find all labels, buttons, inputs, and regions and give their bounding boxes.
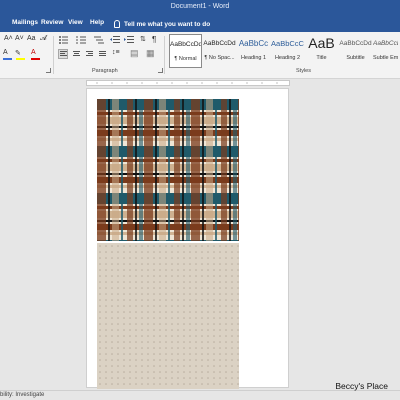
style-name: Title: [316, 55, 327, 61]
decrease-indent-icon[interactable]: [110, 36, 120, 43]
style-heading-1[interactable]: AaBbCc Heading 1: [237, 34, 270, 68]
paragraph-dialog-launcher-icon[interactable]: [158, 68, 163, 73]
borders-icon[interactable]: ▦: [146, 48, 155, 59]
style-sample: AaBbCcC: [271, 39, 304, 48]
style-name: Heading 1: [240, 55, 267, 61]
change-case-icon[interactable]: Aa: [27, 35, 36, 42]
style-title[interactable]: AaB Title: [305, 34, 338, 68]
align-right-button[interactable]: [84, 49, 94, 59]
style-name: Subtle Em...: [373, 55, 398, 61]
paragraph-top-row: [59, 36, 134, 44]
shading-icon[interactable]: ▤: [130, 48, 139, 59]
style-no-spacing[interactable]: AaBbCcDd ¶ No Spac...: [203, 34, 236, 68]
increase-indent-icon[interactable]: [124, 36, 134, 43]
style-name: Heading 2: [274, 55, 301, 61]
styles-group-label: Styles: [296, 68, 311, 74]
style-sample: AaBbCcDd: [339, 40, 372, 47]
text-effects-icon[interactable]: A: [3, 49, 8, 56]
line-spacing-icon[interactable]: ↕≡: [112, 49, 120, 56]
accessibility-status[interactable]: bility: Investigate: [0, 392, 44, 398]
style-normal[interactable]: AaBbCcDd ¶ Normal: [169, 34, 202, 68]
paragraph-group-label: Paragraph: [92, 68, 118, 74]
color-strips: [3, 58, 40, 60]
tell-me-box[interactable]: Tell me what you want to do: [114, 18, 210, 30]
style-sample: AaBbCcDd: [373, 40, 398, 47]
styles-gallery: AaBbCcDd ¶ Normal AaBbCcDd ¶ No Spac... …: [166, 34, 398, 68]
font-size-icon[interactable]: A˄: [4, 35, 13, 42]
justify-button[interactable]: [97, 49, 107, 59]
sort-icon[interactable]: ⇅: [140, 35, 146, 43]
ribbon: A˄ A˅ Aa 𝓐 A ✎ A ⇅ ¶ ↕≡ ▤ ▦ Paragraph Aa…: [0, 32, 400, 79]
plaid-pattern-image[interactable]: [97, 99, 239, 241]
watermark-text: Beccy's Place: [335, 381, 388, 391]
align-left-button[interactable]: [58, 49, 68, 59]
style-heading-2[interactable]: AaBbCcC Heading 2: [271, 34, 304, 68]
style-name: ¶ No Spac...: [204, 55, 235, 61]
tab-help[interactable]: Help: [90, 19, 104, 26]
tab-mailings[interactable]: Mailings: [12, 19, 38, 26]
word-window: Document1 - Word Mailings Review View He…: [0, 0, 400, 400]
tell-me-label: Tell me what you want to do: [124, 20, 211, 28]
document-page[interactable]: [86, 88, 289, 389]
ruler-ticks: [96, 82, 278, 84]
style-subtitle[interactable]: AaBbCcDd Subtitle: [339, 34, 372, 68]
style-sample: AaBbCc: [238, 39, 269, 48]
style-sample: AaB: [308, 35, 335, 51]
window-title: Document1 - Word: [170, 3, 230, 10]
font-color-icon[interactable]: A: [31, 49, 36, 56]
multilevel-list-icon[interactable]: [94, 36, 104, 44]
style-sample: AaBbCcDd: [170, 41, 201, 48]
menu-bar: Mailings Review View Help Tell me what y…: [0, 16, 400, 32]
horizontal-ruler[interactable]: [86, 80, 290, 86]
style-name: Subtitle: [346, 55, 365, 61]
clear-formatting-icon[interactable]: 𝓐: [40, 35, 47, 43]
group-separator: [53, 36, 54, 74]
numbering-icon[interactable]: [76, 36, 86, 44]
show-formatting-icon[interactable]: ¶: [152, 35, 156, 44]
font-size-down-icon[interactable]: A˅: [15, 35, 24, 42]
align-center-button[interactable]: [71, 49, 81, 59]
style-sample: AaBbCcDd: [203, 40, 236, 47]
tab-review[interactable]: Review: [41, 19, 63, 26]
dotted-pattern-image[interactable]: [97, 243, 239, 389]
font-dialog-launcher-icon[interactable]: [46, 68, 51, 73]
group-separator: [164, 36, 165, 74]
tab-view[interactable]: View: [68, 19, 83, 26]
lightbulb-icon: [114, 20, 120, 28]
title-bar: Document1 - Word: [0, 0, 400, 16]
style-subtle-emphasis[interactable]: AaBbCcDd Subtle Em...: [373, 34, 398, 68]
highlight-icon[interactable]: ✎: [15, 49, 21, 57]
status-bar: bility: Investigate: [0, 390, 400, 400]
bullets-icon[interactable]: [59, 36, 68, 44]
style-name: ¶ Normal: [174, 56, 197, 62]
